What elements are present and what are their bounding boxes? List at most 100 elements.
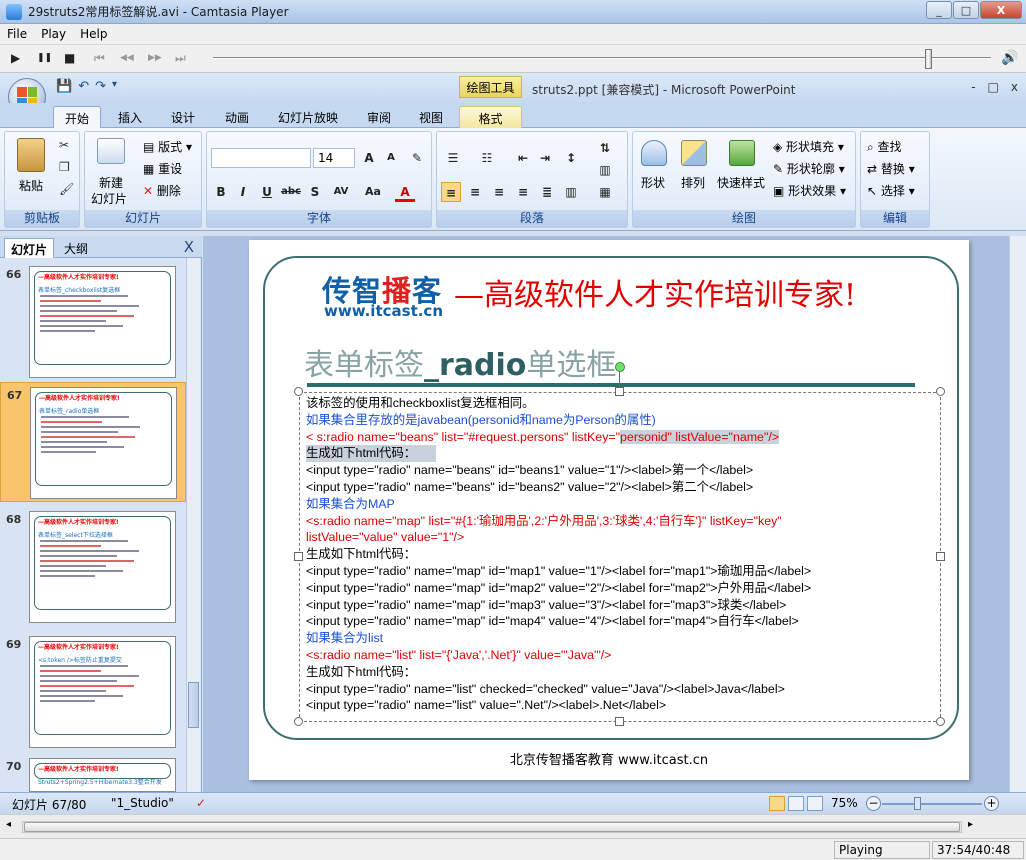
tab-outline[interactable]: 大纲 [58,238,94,258]
zoom-slider-handle[interactable] [914,797,921,810]
play-icon[interactable]: ▶ [11,51,20,65]
save-icon[interactable]: 💾 [56,79,72,94]
resize-handle-left[interactable] [294,552,303,561]
volume-icon[interactable]: 🔊 [1001,50,1018,66]
underline-icon[interactable]: U [257,182,277,202]
slide-thumbnail-row[interactable]: 66 —高级软件人才实作培训专家! 表单标签_checkboxlist复选框 [0,262,186,382]
slide-thumbnail[interactable]: —高级软件人才实作培训专家! 表单标签_radio单选框 [30,387,177,499]
slide-thumbnail-row[interactable]: 68 —高级软件人才实作培训专家! 表单标签_select下拉选择框 [0,507,186,627]
arrange-button[interactable]: 排列 [681,174,705,191]
redo-icon[interactable]: ↷ [95,79,106,94]
justify-icon[interactable]: ≡ [513,182,533,202]
zoom-level[interactable]: 75% [831,796,858,810]
resize-handle-bottom[interactable] [615,717,624,726]
line-spacing-icon[interactable]: ↕ [561,148,581,168]
char-spacing-icon[interactable]: AV [331,182,351,202]
shape-outline-button[interactable]: ✎ 形状轮廓 ▾ [773,160,845,177]
tab-insert[interactable]: 插入 [110,106,150,128]
slide-thumbnail[interactable]: —高级软件人才实作培训专家! <s:token />标签防止重复提交 [29,636,176,748]
shapes-button[interactable]: 形状 [641,174,665,191]
bold-icon[interactable]: B [211,182,231,202]
seek-bar[interactable] [213,57,991,59]
skip-end-icon[interactable]: ⏭ [175,51,186,66]
arrange-icon[interactable] [681,140,707,166]
smartart-icon[interactable]: ▦ [595,182,615,202]
select-button[interactable]: ↖ 选择 ▾ [867,182,915,199]
slide-thumbnail[interactable]: —高级软件人才实作培训专家! Struts2+Spring2.5+Hibernat… [29,758,176,792]
layout-button[interactable]: ▤ 版式 ▾ [143,138,192,155]
distribute-icon[interactable]: ≣ [537,182,557,202]
format-painter-icon[interactable]: 🖌 [59,182,74,196]
reset-button[interactable]: ▦ 重设 [143,160,182,177]
quick-styles-icon[interactable] [729,140,755,166]
slide-vertical-scrollbar[interactable] [1009,236,1026,792]
font-name-combo[interactable] [211,148,311,168]
increase-indent-icon[interactable]: ⇥ [535,148,555,168]
tab-design[interactable]: 设计 [163,106,203,128]
pane-scrollbar[interactable] [186,258,200,792]
tab-home[interactable]: 开始 [53,106,101,128]
skip-start-icon[interactable]: ⏮ [94,51,105,66]
zoom-out-button[interactable]: − [866,796,881,811]
slide-body-text[interactable]: 该标签的使用和checkboxlist复选框相同。 如果集合里存放的是javabe… [306,395,926,714]
change-case-icon[interactable]: Aa [363,182,383,202]
shape-effects-button[interactable]: ▣ 形状效果 ▾ [773,182,846,199]
shrink-font-icon[interactable]: A [381,148,401,168]
menu-help[interactable]: Help [73,27,114,41]
clear-format-icon[interactable]: ✎ [407,148,427,168]
normal-view-button[interactable] [769,796,785,811]
zoom-slider-track[interactable] [882,803,982,805]
new-slide-button[interactable]: 新建 [99,174,123,191]
slide-thumbnail[interactable]: —高级软件人才实作培训专家! 表单标签_select下拉选择框 [29,511,176,623]
grow-font-icon[interactable]: A [359,148,379,168]
horizontal-scrollbar[interactable]: ◂ ▸ [0,814,1026,838]
tab-view[interactable]: 视图 [411,106,451,128]
tab-slideshow[interactable]: 幻灯片放映 [271,106,345,128]
pane-close-icon[interactable]: X [184,238,194,256]
align-left-icon[interactable]: ≡ [441,182,461,202]
columns-icon[interactable]: ▥ [561,182,581,202]
tab-review[interactable]: 审阅 [359,106,399,128]
slide-thumbnail-row[interactable]: 67 —高级软件人才实作培训专家! 表单标签_radio单选框 [0,382,186,502]
ppt-restore-button[interactable]: □ [988,80,999,94]
pane-scroll-thumb[interactable] [188,682,199,728]
spell-check-icon[interactable]: ✓ [196,796,206,810]
tab-animation[interactable]: 动画 [217,106,257,128]
align-text-icon[interactable]: ▥ [595,160,615,180]
slideshow-view-button[interactable] [807,796,823,811]
shape-fill-button[interactable]: ◈ 形状填充 ▾ [773,138,844,155]
rewind-icon[interactable]: ◀◀ [120,53,134,63]
text-direction-icon[interactable]: ⇅ [595,138,615,158]
resize-handle-right[interactable] [936,552,945,561]
menu-file[interactable]: File [0,27,34,41]
slide-sorter-button[interactable] [788,796,804,811]
slide-thumbnail-row[interactable]: 69 —高级软件人才实作培训专家! <s:token />标签防止重复提交 [0,632,186,752]
italic-icon[interactable]: I [233,182,253,202]
paste-button[interactable]: 粘贴 [19,177,43,194]
tab-format[interactable]: 格式 [459,106,522,128]
align-center-icon[interactable]: ≡ [465,182,485,202]
replace-button[interactable]: ⇄ 替换 ▾ [867,160,915,177]
new-slide-icon[interactable] [97,138,125,164]
font-color-icon[interactable]: A [395,182,415,202]
resize-handle-bottom-left[interactable] [294,717,303,726]
fast-forward-icon[interactable]: ▶▶ [148,53,162,63]
maximize-button[interactable]: □ [953,1,979,19]
menu-play[interactable]: Play [34,27,73,41]
ppt-close-button[interactable]: x [1011,80,1018,94]
ppt-minimize-button[interactable]: - [971,80,975,94]
align-right-icon[interactable]: ≡ [489,182,509,202]
slide-thumbnail[interactable]: —高级软件人才实作培训专家! 表单标签_checkboxlist复选框 [29,266,176,378]
quick-styles-button[interactable]: 快速样式 [717,174,765,191]
pause-icon[interactable]: ❚❚ [37,53,52,63]
delete-slide-button[interactable]: ✕ 删除 [143,182,181,199]
rotation-handle[interactable] [615,362,625,372]
seek-handle[interactable] [925,49,932,69]
paste-icon[interactable] [17,138,45,172]
minimize-button[interactable]: _ [926,1,952,19]
undo-icon[interactable]: ↶ [78,79,89,94]
close-button[interactable]: X [980,1,1022,19]
bullets-icon[interactable]: ☰ [443,148,463,168]
resize-handle-bottom-right[interactable] [936,717,945,726]
new-slide-button-line2[interactable]: 幻灯片 [91,190,127,207]
